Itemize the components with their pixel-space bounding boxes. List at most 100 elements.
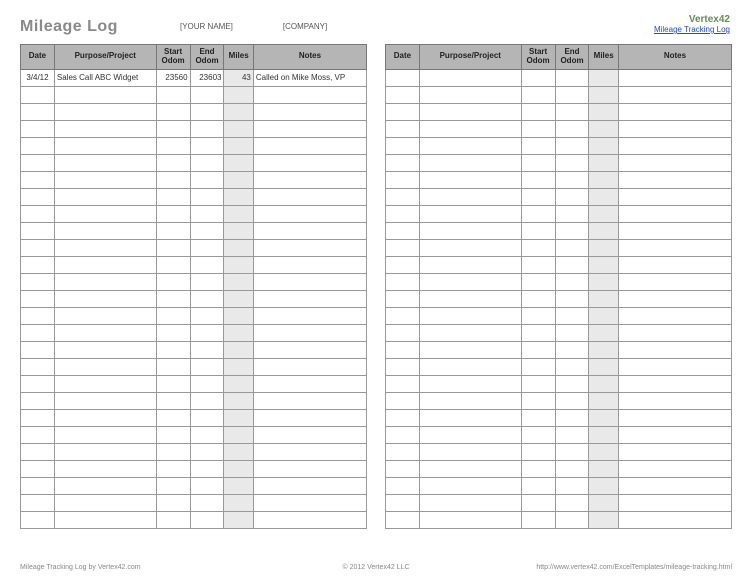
cell-purpose[interactable] [419, 222, 521, 239]
cell-end-odom[interactable] [555, 205, 589, 222]
cell-purpose[interactable] [54, 120, 156, 137]
cell-miles[interactable] [589, 171, 618, 188]
cell-start-odom[interactable] [156, 460, 190, 477]
cell-miles[interactable]: 43 [224, 69, 253, 86]
cell-end-odom[interactable] [555, 69, 589, 86]
cell-end-odom[interactable] [190, 358, 224, 375]
cell-miles[interactable] [589, 188, 618, 205]
cell-miles[interactable] [589, 103, 618, 120]
cell-start-odom[interactable] [521, 341, 555, 358]
cell-end-odom[interactable] [555, 477, 589, 494]
cell-miles[interactable] [224, 324, 253, 341]
cell-end-odom[interactable] [555, 426, 589, 443]
cell-notes[interactable] [618, 86, 731, 103]
cell-date[interactable] [386, 443, 420, 460]
cell-purpose[interactable] [419, 324, 521, 341]
cell-notes[interactable] [253, 426, 366, 443]
cell-miles[interactable] [224, 392, 253, 409]
cell-miles[interactable] [224, 256, 253, 273]
cell-end-odom[interactable] [190, 154, 224, 171]
cell-miles[interactable] [589, 511, 618, 528]
cell-date[interactable] [386, 324, 420, 341]
cell-notes[interactable] [253, 120, 366, 137]
cell-end-odom[interactable] [190, 409, 224, 426]
cell-start-odom[interactable] [521, 392, 555, 409]
cell-end-odom[interactable] [190, 341, 224, 358]
cell-start-odom[interactable] [156, 341, 190, 358]
cell-notes[interactable] [253, 307, 366, 324]
cell-start-odom[interactable] [521, 494, 555, 511]
cell-end-odom[interactable]: 23603 [190, 69, 224, 86]
cell-start-odom[interactable]: 23560 [156, 69, 190, 86]
cell-purpose[interactable] [419, 460, 521, 477]
cell-purpose[interactable] [419, 273, 521, 290]
cell-date[interactable] [21, 375, 55, 392]
cell-end-odom[interactable] [555, 222, 589, 239]
cell-purpose[interactable] [54, 86, 156, 103]
cell-end-odom[interactable] [555, 171, 589, 188]
cell-miles[interactable] [589, 273, 618, 290]
cell-end-odom[interactable] [190, 137, 224, 154]
cell-miles[interactable] [224, 120, 253, 137]
cell-end-odom[interactable] [190, 307, 224, 324]
cell-date[interactable] [386, 239, 420, 256]
cell-miles[interactable] [589, 256, 618, 273]
cell-purpose[interactable] [54, 307, 156, 324]
cell-start-odom[interactable] [521, 86, 555, 103]
cell-date[interactable] [386, 307, 420, 324]
cell-notes[interactable] [618, 409, 731, 426]
cell-notes[interactable] [253, 409, 366, 426]
cell-notes[interactable] [618, 239, 731, 256]
cell-notes[interactable] [618, 477, 731, 494]
cell-miles[interactable] [589, 86, 618, 103]
cell-notes[interactable] [618, 511, 731, 528]
cell-notes[interactable] [618, 137, 731, 154]
cell-miles[interactable] [589, 460, 618, 477]
cell-purpose[interactable] [419, 69, 521, 86]
cell-notes[interactable] [618, 120, 731, 137]
cell-miles[interactable] [589, 426, 618, 443]
cell-purpose[interactable] [419, 392, 521, 409]
cell-miles[interactable] [589, 205, 618, 222]
cell-miles[interactable] [589, 239, 618, 256]
cell-start-odom[interactable] [156, 494, 190, 511]
cell-miles[interactable] [224, 86, 253, 103]
cell-miles[interactable] [224, 188, 253, 205]
cell-start-odom[interactable] [156, 307, 190, 324]
cell-end-odom[interactable] [555, 290, 589, 307]
cell-start-odom[interactable] [156, 358, 190, 375]
cell-start-odom[interactable] [156, 239, 190, 256]
cell-purpose[interactable] [54, 222, 156, 239]
cell-start-odom[interactable] [156, 154, 190, 171]
cell-date[interactable] [386, 358, 420, 375]
cell-notes[interactable] [253, 273, 366, 290]
cell-purpose[interactable] [419, 511, 521, 528]
cell-date[interactable] [21, 290, 55, 307]
cell-end-odom[interactable] [190, 256, 224, 273]
cell-miles[interactable] [224, 460, 253, 477]
cell-purpose[interactable] [419, 188, 521, 205]
cell-end-odom[interactable] [190, 375, 224, 392]
cell-start-odom[interactable] [156, 409, 190, 426]
cell-start-odom[interactable] [521, 426, 555, 443]
cell-end-odom[interactable] [190, 171, 224, 188]
cell-date[interactable] [21, 426, 55, 443]
cell-miles[interactable] [589, 375, 618, 392]
cell-start-odom[interactable] [156, 188, 190, 205]
cell-date[interactable] [21, 205, 55, 222]
cell-date[interactable] [21, 460, 55, 477]
cell-date[interactable] [21, 86, 55, 103]
cell-purpose[interactable] [54, 494, 156, 511]
cell-start-odom[interactable] [521, 409, 555, 426]
cell-start-odom[interactable] [156, 392, 190, 409]
cell-date[interactable] [21, 392, 55, 409]
cell-start-odom[interactable] [521, 375, 555, 392]
cell-purpose[interactable] [419, 358, 521, 375]
cell-end-odom[interactable] [555, 103, 589, 120]
cell-miles[interactable] [224, 341, 253, 358]
cell-miles[interactable] [589, 69, 618, 86]
cell-notes[interactable] [253, 358, 366, 375]
cell-purpose[interactable] [419, 239, 521, 256]
cell-purpose[interactable] [419, 86, 521, 103]
cell-date[interactable] [21, 171, 55, 188]
